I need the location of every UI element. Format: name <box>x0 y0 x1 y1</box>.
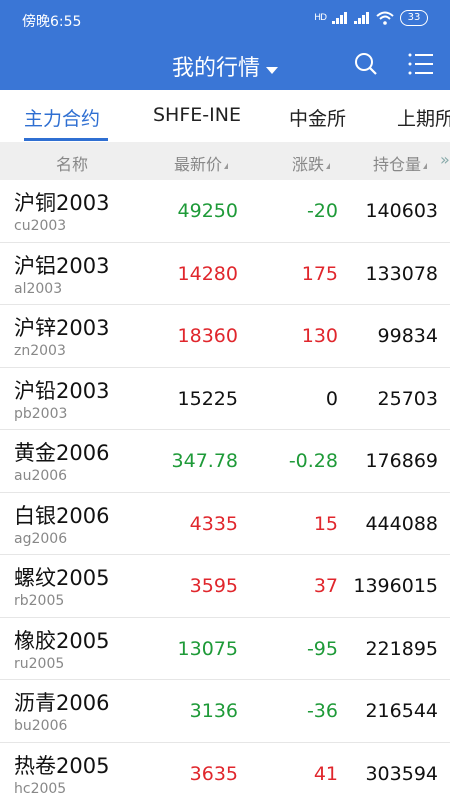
open-interest: 444088 <box>365 512 438 535</box>
price-change: 15 <box>313 512 338 535</box>
latest-price: 49250 <box>177 200 238 222</box>
latest-price: 13075 <box>177 637 238 660</box>
col-price-label: 最新价 <box>174 155 223 174</box>
contract-name: 沪铅2003 <box>14 378 110 403</box>
contract-code: zn2003 <box>14 343 66 359</box>
col-change-label: 涨跌 <box>292 155 325 174</box>
open-interest: 140603 <box>365 200 438 222</box>
menu-list-icon[interactable] <box>408 52 434 76</box>
contract-name: 沪铜2003 <box>14 191 110 215</box>
latest-price: 3595 <box>189 575 238 597</box>
sort-icon <box>423 162 428 169</box>
quote-row[interactable]: 沪铅2003 pb2003 15225 0 25703 <box>0 368 450 430</box>
more-columns-icon[interactable]: » <box>440 150 450 169</box>
latest-price: 14280 <box>177 262 238 285</box>
active-tab-indicator <box>24 138 108 141</box>
latest-price: 3635 <box>189 762 238 785</box>
latest-price: 15225 <box>177 387 238 410</box>
caret-down-icon <box>266 67 278 74</box>
signal-icon-2 <box>354 12 369 24</box>
contract-code: pb2003 <box>14 405 68 422</box>
contract-name: 沪铝2003 <box>14 253 110 278</box>
sort-icon <box>326 162 331 169</box>
sort-icon <box>224 162 229 169</box>
price-change: -20 <box>306 200 338 222</box>
col-open-interest[interactable]: 持仓量 <box>373 151 428 175</box>
price-change: 175 <box>301 262 338 285</box>
open-interest: 99834 <box>377 325 438 347</box>
status-icons: HD 33 <box>314 10 428 26</box>
contract-name: 热卷2005 <box>14 753 110 778</box>
wifi-icon <box>376 11 394 25</box>
contract-name: 白银2006 <box>14 503 110 528</box>
quote-row[interactable]: 白银2006 ag2006 4335 15 444088 <box>0 493 450 555</box>
contract-name: 螺纹2005 <box>14 566 110 590</box>
tab-main-contracts[interactable]: 主力合约 <box>24 104 100 131</box>
price-change: -0.28 <box>288 450 338 472</box>
signal-icon <box>332 12 347 24</box>
contract-code: hc2005 <box>14 780 67 797</box>
open-interest: 216544 <box>365 700 438 722</box>
contract-code: rb2005 <box>14 593 65 609</box>
open-interest: 303594 <box>365 762 438 785</box>
page-title: 我的行情 <box>171 56 260 81</box>
open-interest: 221895 <box>365 637 438 660</box>
quote-row[interactable]: 沪锌2003 zn2003 18360 130 99834 <box>0 305 450 368</box>
contract-code: au2006 <box>14 468 68 484</box>
contract-code: ag2006 <box>14 530 68 547</box>
latest-price: 18360 <box>177 325 238 347</box>
col-name: 名称 <box>56 155 89 174</box>
open-interest: 25703 <box>377 387 438 410</box>
price-change: -36 <box>306 700 338 722</box>
contract-name: 橡胶2005 <box>14 628 110 653</box>
open-interest: 133078 <box>365 262 438 285</box>
quote-row[interactable]: 沥青2006 bu2006 3136 -36 216544 <box>0 680 450 743</box>
quote-row[interactable]: 黄金2006 au2006 347.78 -0.28 176869 <box>0 430 450 493</box>
exchange-tabs: 主力合约 SHFE-INE 中金所 上期所 <box>0 90 450 142</box>
title-dropdown[interactable]: 我的行情 <box>0 50 450 82</box>
contract-code: bu2006 <box>14 718 68 734</box>
quote-row[interactable]: 热卷2005 hc2005 3635 41 303594 <box>0 743 450 800</box>
contract-code: al2003 <box>14 280 63 297</box>
price-change: -95 <box>306 637 338 660</box>
quote-row[interactable]: 沪铜2003 cu2003 49250 -20 140603 <box>0 180 450 243</box>
price-change: 0 <box>325 387 338 410</box>
latest-price: 3136 <box>189 700 238 722</box>
price-change: 130 <box>301 325 338 347</box>
price-change: 41 <box>313 762 338 785</box>
latest-price: 347.78 <box>171 450 238 472</box>
col-change[interactable]: 涨跌 <box>292 151 331 175</box>
contract-name: 黄金2006 <box>14 441 110 465</box>
tab-cffex[interactable]: 中金所 <box>289 104 346 131</box>
quote-row[interactable]: 橡胶2005 ru2005 13075 -95 221895 <box>0 618 450 680</box>
search-icon[interactable] <box>354 52 378 76</box>
contract-code: cu2003 <box>14 218 67 234</box>
latest-price: 4335 <box>189 512 238 535</box>
app-bar: 我的行情 <box>0 40 450 90</box>
col-price[interactable]: 最新价 <box>174 151 229 175</box>
contract-name: 沥青2006 <box>14 691 110 715</box>
column-header: 名称 最新价 涨跌 持仓量 » <box>0 142 450 180</box>
status-bar: 傍晚6:55 HD 33 <box>0 0 450 40</box>
tab-shfe[interactable]: 上期所 <box>397 104 450 131</box>
battery-icon: 33 <box>400 10 428 26</box>
open-interest: 176869 <box>365 450 438 472</box>
open-interest: 1396015 <box>353 575 438 597</box>
tab-shfe-ine[interactable]: SHFE-INE <box>153 104 241 126</box>
contract-code: ru2005 <box>14 655 65 672</box>
network-type: HD <box>314 13 327 23</box>
quote-row[interactable]: 沪铝2003 al2003 14280 175 133078 <box>0 243 450 305</box>
quote-list: 沪铜2003 cu2003 49250 -20 140603 沪铝2003 al2003 14… <box>0 180 450 800</box>
quote-row[interactable]: 螺纹2005 rb2005 3595 37 1396015 <box>0 555 450 618</box>
col-oi-label: 持仓量 <box>373 155 422 174</box>
status-time: 傍晚6:55 <box>22 14 82 30</box>
price-change: 37 <box>313 575 338 597</box>
contract-name: 沪锌2003 <box>14 316 110 340</box>
